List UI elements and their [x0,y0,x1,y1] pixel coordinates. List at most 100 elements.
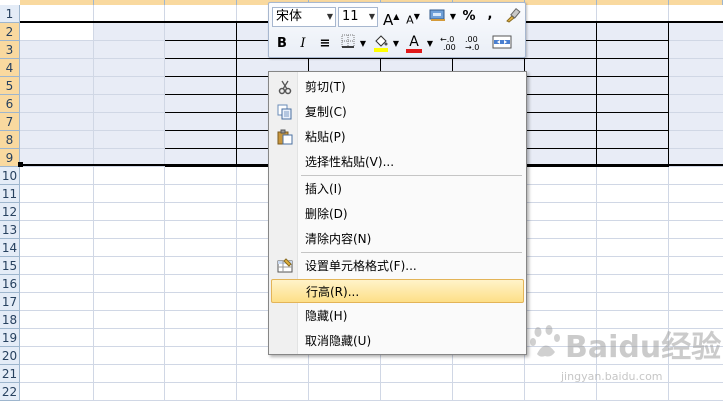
grid-cell[interactable] [94,41,165,59]
grid-cell[interactable] [94,59,165,77]
row-header[interactable]: 12 [0,203,20,221]
grid-cell[interactable] [94,77,165,95]
grid-cell[interactable] [20,311,94,329]
grid-cell[interactable] [94,221,165,239]
shrink-font-button[interactable]: A▼ [405,7,421,27]
grid-cell[interactable] [309,365,381,383]
grid-cell[interactable] [453,365,525,383]
grid-cell[interactable] [453,383,525,401]
row-header[interactable]: 14 [0,239,20,257]
grid-cell[interactable] [165,185,237,203]
grid-cell[interactable] [597,59,669,77]
row-header[interactable]: 4 [0,59,20,77]
menu-item-unhide[interactable]: 取消隐藏(U) [271,329,524,353]
format-painter-button[interactable] [504,7,522,27]
grid-cell[interactable] [94,23,165,41]
menu-item-clear-contents[interactable]: 清除内容(N) [271,227,524,251]
fill-color-button[interactable] [372,34,390,54]
grid-cell[interactable] [525,275,597,293]
grid-cell[interactable] [165,239,237,257]
grid-cell[interactable] [525,41,597,59]
grid-cell[interactable] [94,275,165,293]
grid-cell[interactable] [20,383,94,401]
grid-cell[interactable] [669,23,723,41]
grid-cell[interactable] [597,41,669,59]
row-header[interactable]: 22 [0,383,20,401]
grid-cell[interactable] [525,77,597,95]
row-header[interactable]: 7 [0,113,20,131]
grid-cell[interactable] [669,131,723,149]
row-header[interactable]: 15 [0,257,20,275]
grid-cell[interactable] [525,203,597,221]
row-header[interactable]: 20 [0,347,20,365]
percent-style-button[interactable]: % [460,7,478,27]
row-header[interactable]: 16 [0,275,20,293]
fill-color-dropdown[interactable]: ▼ [392,34,400,54]
grid-cell[interactable] [669,257,723,275]
menu-item-paste-special[interactable]: 选择性粘贴(V)... [271,150,524,174]
grid-cell[interactable] [669,113,723,131]
grid-cell[interactable] [597,131,669,149]
grid-cell[interactable] [381,365,453,383]
grid-cell[interactable] [669,185,723,203]
grid-cell[interactable] [94,293,165,311]
row-header[interactable]: 21 [0,365,20,383]
grid-cell[interactable] [165,95,237,113]
grid-cell[interactable] [525,59,597,77]
grid-cell[interactable] [525,293,597,311]
row-header[interactable]: 9 [0,149,20,167]
grid-cell[interactable] [165,275,237,293]
accounting-dropdown[interactable]: ▼ [449,7,457,27]
grid-cell[interactable] [20,113,94,131]
row-header[interactable]: 17 [0,293,20,311]
grid-cell[interactable] [597,167,669,185]
grid-cell[interactable] [165,41,237,59]
grid-cell[interactable] [94,203,165,221]
grid-cell[interactable] [20,221,94,239]
grid-cell[interactable] [165,203,237,221]
grid-cell[interactable] [94,311,165,329]
grid-cell[interactable] [94,239,165,257]
grid-cell[interactable] [309,383,381,401]
grid-cell[interactable] [237,383,309,401]
grid-cell[interactable] [597,95,669,113]
merge-center-button[interactable] [491,34,513,54]
grid-cell[interactable] [20,59,94,77]
grid-cell[interactable] [381,383,453,401]
menu-item-insert[interactable]: 插入(I) [271,177,524,201]
italic-button[interactable]: I [294,34,312,54]
font-name-combo[interactable]: 宋体 ▼ [272,7,336,27]
grid-cell[interactable] [20,275,94,293]
grid-cell[interactable] [669,293,723,311]
grid-cell[interactable] [525,239,597,257]
grow-font-button[interactable]: A▲ [383,7,399,29]
grid-cell[interactable] [525,221,597,239]
grid-cell[interactable] [525,95,597,113]
grid-cell[interactable] [597,23,669,41]
borders-dropdown[interactable]: ▼ [359,34,367,54]
grid-cell[interactable] [597,275,669,293]
grid-cell[interactable] [20,257,94,275]
row-header[interactable]: 10 [0,167,20,185]
row-header[interactable]: 8 [0,131,20,149]
grid-cell[interactable] [669,59,723,77]
comma-style-button[interactable]: , [483,5,497,25]
grid-cell[interactable] [20,41,94,59]
grid-cell[interactable] [669,41,723,59]
grid-cell[interactable] [597,77,669,95]
row-header[interactable]: 1 [0,5,20,23]
row-header[interactable]: 3 [0,41,20,59]
grid-cell[interactable] [165,131,237,149]
row-header[interactable]: 13 [0,221,20,239]
grid-cell[interactable] [597,239,669,257]
grid-cell[interactable] [94,329,165,347]
grid-cell[interactable] [597,185,669,203]
grid-cell[interactable] [525,257,597,275]
grid-cell[interactable] [20,329,94,347]
grid-cell[interactable] [669,239,723,257]
grid-cell[interactable] [20,347,94,365]
grid-cell[interactable] [525,113,597,131]
font-size-combo[interactable]: 11 ▼ [338,7,378,27]
grid-cell[interactable] [669,77,723,95]
grid-cell[interactable] [165,311,237,329]
